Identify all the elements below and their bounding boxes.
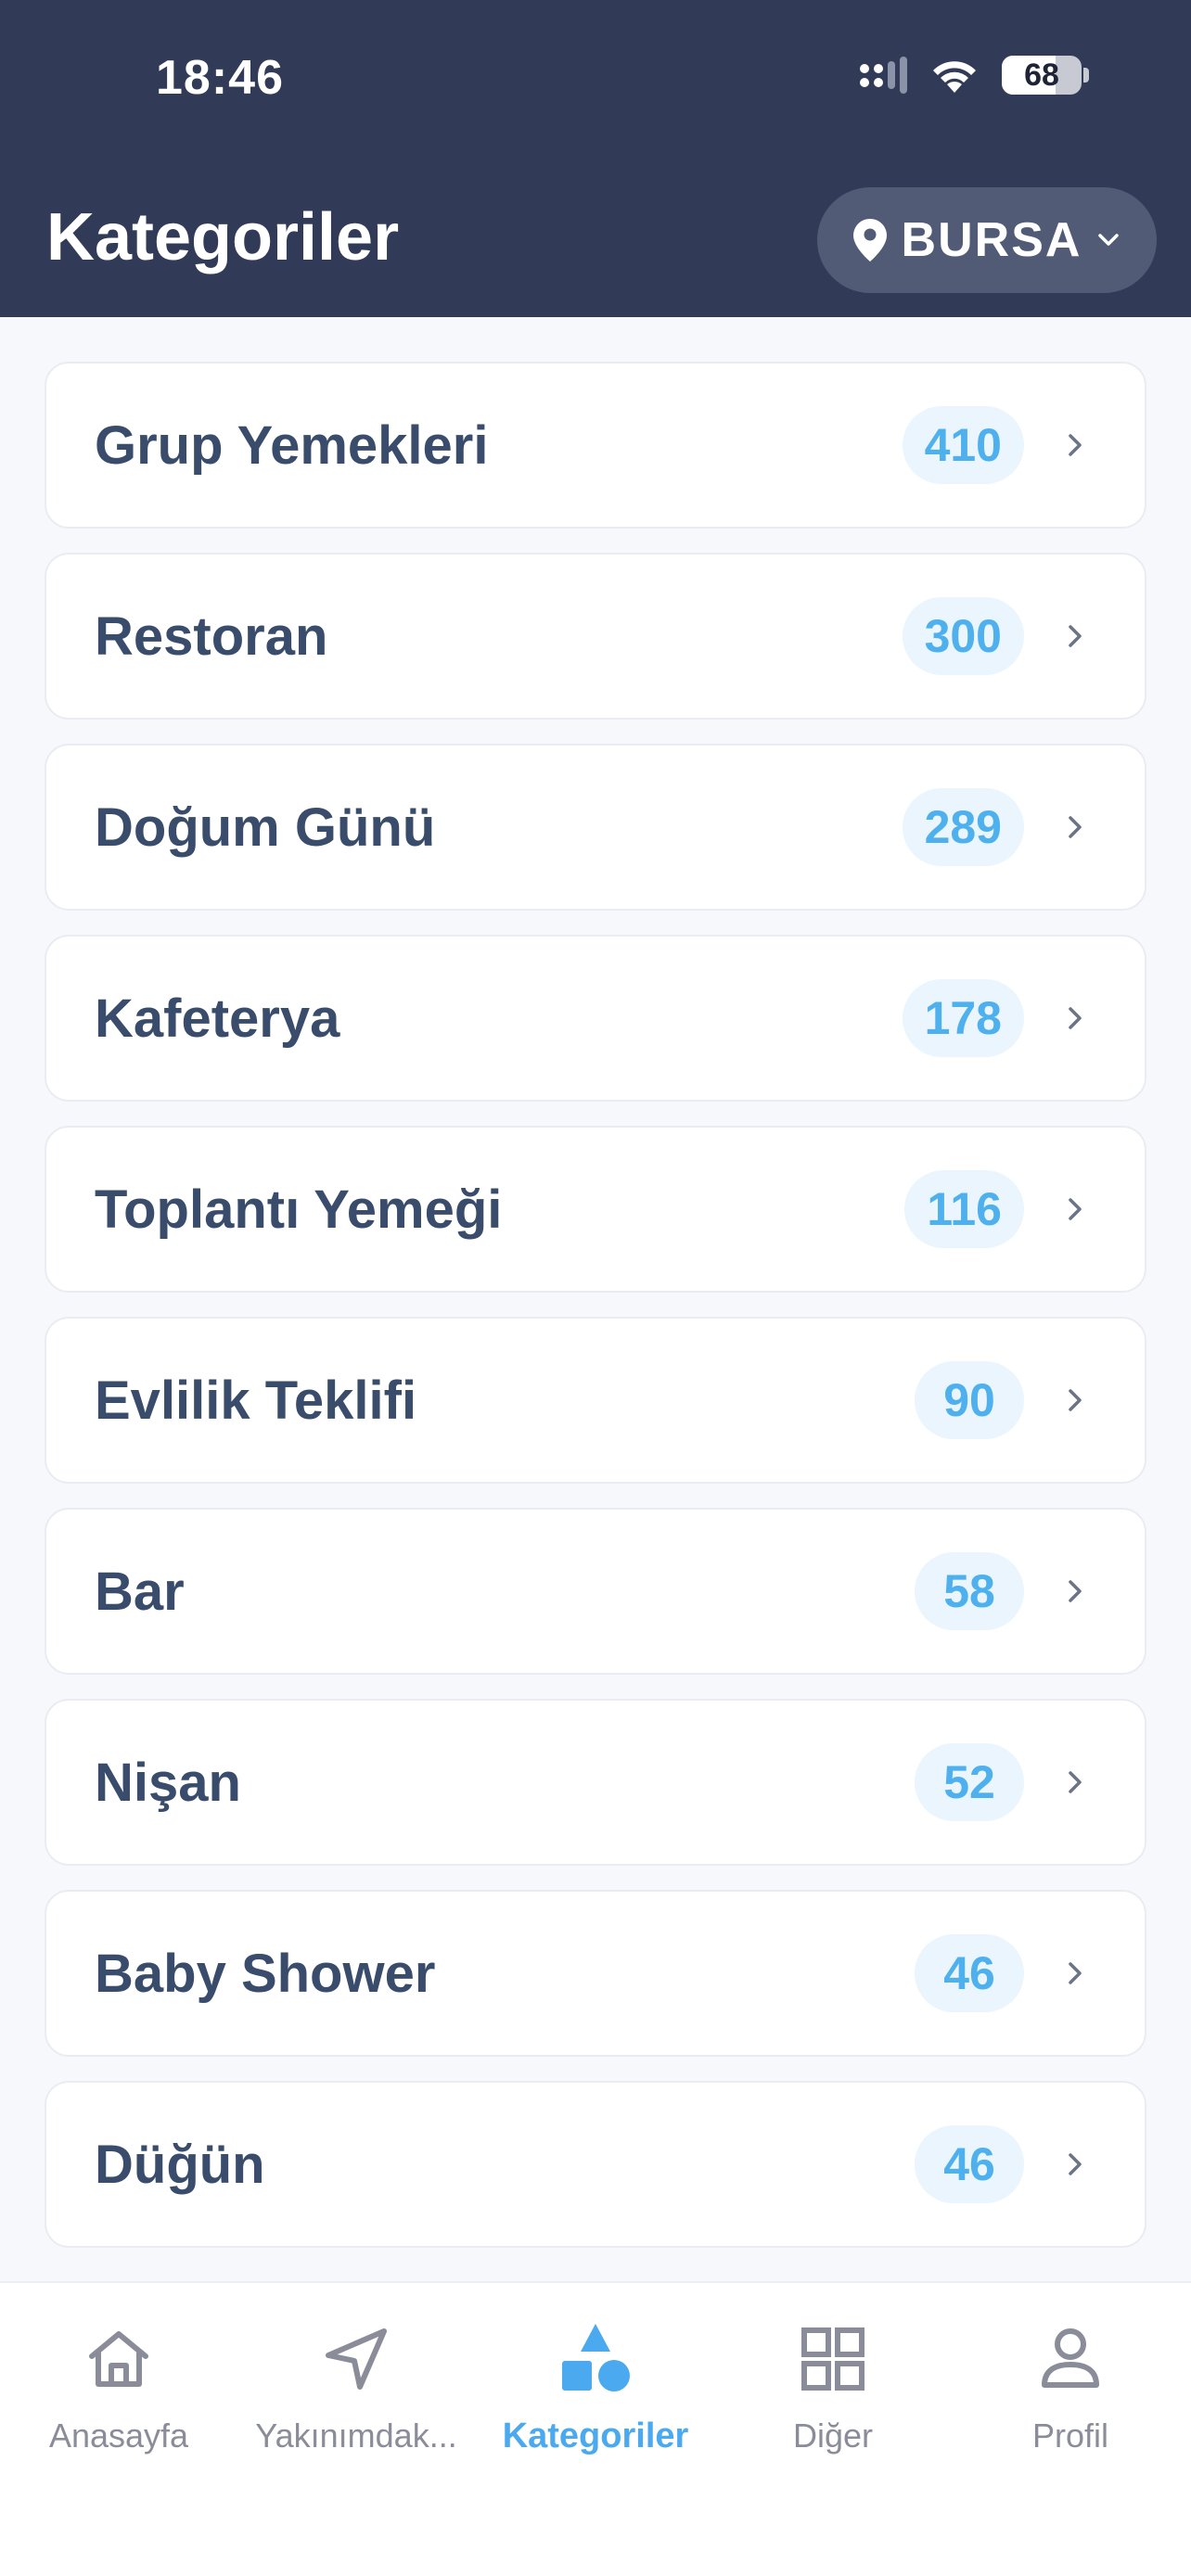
status-time: 18:46 — [156, 51, 284, 105]
category-row[interactable]: Baby Shower 46 — [45, 1890, 1146, 2057]
category-label: Grup Yemekleri — [95, 414, 489, 476]
category-count-badge: 289 — [902, 788, 1024, 866]
tab-kategoriler[interactable]: Kategoriler — [477, 2320, 714, 2456]
category-label: Kafeterya — [95, 988, 340, 1049]
tab-bar: Anasayfa Yakınımdak... Kategoriler Diğer… — [0, 2281, 1191, 2576]
category-count-badge: 52 — [915, 1743, 1024, 1821]
page-title: Kategoriler — [46, 200, 400, 274]
battery-level: 68 — [1024, 57, 1059, 93]
category-label: Restoran — [95, 606, 328, 667]
category-label: Evlilik Teklifi — [95, 1370, 417, 1431]
category-count-badge: 90 — [915, 1361, 1024, 1439]
category-count-badge: 300 — [902, 597, 1024, 675]
chevron-right-icon — [1069, 1580, 1082, 1602]
chevron-right-icon — [1069, 2153, 1082, 2175]
category-label: Toplantı Yemeği — [95, 1179, 503, 1240]
tab-yakinimda[interactable]: Yakınımdak... — [237, 2320, 475, 2455]
category-label: Nişan — [95, 1752, 241, 1813]
category-row[interactable]: Doğum Günü 289 — [45, 744, 1146, 911]
category-row[interactable]: Grup Yemekleri 410 — [45, 362, 1146, 529]
chevron-right-icon — [1069, 434, 1082, 456]
category-count-badge: 410 — [902, 406, 1024, 484]
category-count-badge: 58 — [915, 1552, 1024, 1630]
tab-profil[interactable]: Profil — [952, 2320, 1189, 2455]
category-row[interactable]: Toplantı Yemeği 116 — [45, 1126, 1146, 1293]
tab-label: Diğer — [792, 2417, 874, 2455]
battery-icon: 68 — [1002, 56, 1082, 95]
tab-label: Anasayfa — [48, 2417, 189, 2455]
status-icons: 68 — [860, 56, 1089, 95]
chevron-right-icon — [1069, 1007, 1082, 1029]
chevron-right-icon — [1069, 816, 1082, 838]
category-count-badge: 46 — [915, 2125, 1024, 2203]
chevron-right-icon — [1069, 1198, 1082, 1220]
category-count-badge: 178 — [902, 979, 1024, 1057]
category-label: Doğum Günü — [95, 797, 436, 858]
home-icon — [80, 2320, 158, 2398]
grid-icon — [794, 2320, 872, 2398]
city-selector-button[interactable]: BURSA — [817, 187, 1157, 293]
tab-anasayfa[interactable]: Anasayfa — [0, 2320, 237, 2455]
category-list: Grup Yemekleri 410 Restoran 300 Doğum Günü 28… — [45, 362, 1146, 2272]
shapes-icon — [557, 2320, 634, 2398]
category-count-badge: 46 — [915, 1934, 1024, 2012]
user-icon — [1031, 2320, 1109, 2398]
category-row[interactable]: Nişan 52 — [45, 1699, 1146, 1866]
tab-label: Kategoriler — [502, 2417, 689, 2455]
category-row[interactable]: Kafeterya 178 — [45, 935, 1146, 1102]
category-label: Baby Shower — [95, 1943, 436, 2004]
category-label: Düğün — [95, 2134, 265, 2195]
wifi-icon — [933, 61, 976, 93]
navigation-arrow-icon — [317, 2320, 395, 2398]
chevron-right-icon — [1069, 625, 1082, 647]
category-row[interactable]: Düğün 46 — [45, 2081, 1146, 2248]
chevron-right-icon — [1069, 1771, 1082, 1793]
header: 18:46 68 Kategoriler BURSA — [0, 0, 1191, 317]
category-count-badge: 116 — [904, 1170, 1024, 1248]
chevron-right-icon — [1069, 1389, 1082, 1411]
location-pin-icon — [852, 219, 887, 261]
cellular-signal-icon — [860, 57, 907, 94]
city-label: BURSA — [901, 213, 1082, 267]
category-row[interactable]: Restoran 300 — [45, 553, 1146, 720]
chevron-down-icon — [1098, 234, 1120, 246]
category-row[interactable]: Evlilik Teklifi 90 — [45, 1317, 1146, 1484]
category-label: Bar — [95, 1561, 185, 1622]
tab-diger[interactable]: Diğer — [714, 2320, 952, 2455]
chevron-right-icon — [1069, 1962, 1082, 1984]
category-row[interactable]: Bar 58 — [45, 1508, 1146, 1675]
tab-label: Yakınımdak... — [255, 2417, 457, 2455]
tab-label: Profil — [1031, 2417, 1109, 2455]
screen: 18:46 68 Kategoriler BURSA Grup Yemekler… — [0, 0, 1191, 2576]
